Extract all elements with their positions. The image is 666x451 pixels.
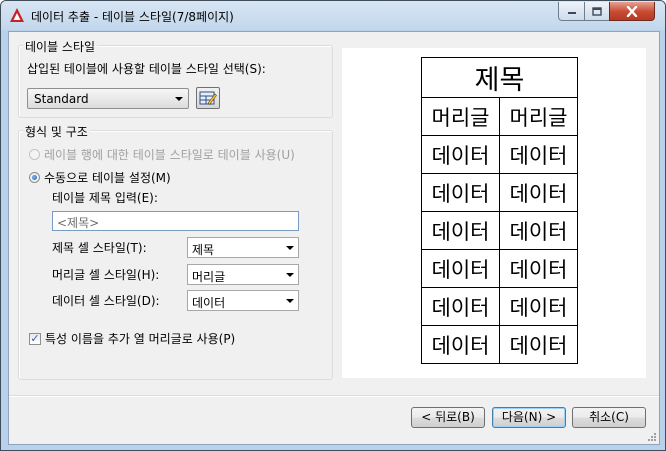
- table-style-group-label: 테이블 스타일: [23, 38, 98, 55]
- dialog-window: 데이터 추출 - 테이블 스타일(7/8페이지) 테이블 스타일 삽입된 테이블…: [0, 0, 666, 451]
- close-icon: [626, 5, 638, 17]
- preview-data-cell: 데이터: [421, 173, 500, 212]
- preview-data-cell: 데이터: [499, 249, 578, 288]
- title-cell-style-value: 제목: [192, 243, 215, 257]
- preview-data-row: 데이터 데이터: [421, 135, 578, 174]
- checkmark-icon: ✓: [30, 332, 40, 345]
- minimize-icon: [567, 12, 576, 14]
- preview-table: 제목 머리글 머리글 데이터 데이터 데이터 데이터 데이터 데이터 데이터 데…: [421, 57, 578, 364]
- title-bar[interactable]: 데이터 추출 - 테이블 스타일(7/8페이지): [1, 1, 665, 30]
- preview-data-row: 데이터 데이터: [421, 287, 578, 326]
- back-button[interactable]: < 뒤로(B): [411, 407, 485, 428]
- preview-title-cell: 제목: [421, 57, 578, 98]
- preview-data-cell: 데이터: [421, 287, 500, 326]
- use-property-names-label: 특성 이름을 추가 열 머리글로 사용(P): [45, 332, 236, 346]
- table-style-prompt: 삽입된 테이블에 사용할 테이블 스타일 선택(S):: [27, 62, 266, 76]
- table-style-combo-value: Standard: [34, 92, 89, 106]
- maximize-icon: [592, 6, 602, 16]
- window-title: 데이터 추출 - 테이블 스타일(7/8페이지): [31, 10, 234, 24]
- table-title-prompt: 테이블 제목 입력(E):: [52, 191, 158, 205]
- data-cell-style-combo[interactable]: 데이터: [187, 290, 299, 311]
- footer-separator: [9, 395, 659, 397]
- title-cell-style-label: 제목 셀 스타일(T):: [52, 241, 147, 255]
- preview-data-cell: 데이터: [499, 287, 578, 326]
- preview-data-cell: 데이터: [421, 211, 500, 250]
- format-structure-group-label: 형식 및 구조: [23, 123, 90, 140]
- manual-setup-radio[interactable]: [29, 172, 40, 183]
- data-cell-style-label: 데이터 셀 스타일(D):: [52, 294, 160, 308]
- minimize-button[interactable]: [558, 2, 585, 21]
- chevron-down-icon: [175, 97, 183, 101]
- preview-data-cell: 데이터: [499, 135, 578, 174]
- table-style-combo[interactable]: Standard: [27, 88, 189, 109]
- resize-grip-icon[interactable]: [647, 432, 657, 442]
- table-title-input[interactable]: <제목>: [52, 211, 299, 231]
- table-preview: 제목 머리글 머리글 데이터 데이터 데이터 데이터 데이터 데이터 데이터 데…: [342, 48, 646, 378]
- edit-table-style-button[interactable]: [196, 87, 220, 109]
- next-button[interactable]: 다음(N) >: [492, 407, 566, 428]
- header-cell-style-label: 머리글 셀 스타일(H):: [52, 268, 160, 282]
- preview-data-cell: 데이터: [421, 249, 500, 288]
- header-cell-style-value: 머리글: [192, 270, 226, 284]
- use-property-names-checkbox[interactable]: ✓: [29, 333, 41, 345]
- data-cell-style-value: 데이터: [192, 296, 226, 310]
- close-button[interactable]: [609, 2, 655, 21]
- header-cell-style-combo[interactable]: 머리글: [187, 264, 299, 285]
- table-style-edit-icon: [199, 91, 217, 105]
- chevron-down-icon: [286, 246, 294, 250]
- preview-data-cell: 데이터: [499, 211, 578, 250]
- label-rows-radio[interactable]: [29, 149, 40, 160]
- manual-setup-option-label: 수동으로 테이블 설정(M): [44, 171, 171, 185]
- preview-header-cell: 머리글: [421, 97, 500, 136]
- preview-data-row: 데이터 데이터: [421, 211, 578, 250]
- cancel-button[interactable]: 취소(C): [572, 407, 646, 428]
- preview-data-row: 데이터 데이터: [421, 173, 578, 212]
- maximize-button[interactable]: [584, 2, 610, 21]
- label-rows-option-label: 레이블 행에 대한 테이블 스타일로 테이블 사용(U): [44, 148, 295, 162]
- chevron-down-icon: [286, 299, 294, 303]
- table-title-input-text: <제목>: [57, 216, 100, 230]
- preview-header-cell: 머리글: [499, 97, 578, 136]
- title-cell-style-combo[interactable]: 제목: [187, 237, 299, 258]
- preview-header-row: 머리글 머리글: [421, 97, 578, 136]
- preview-data-row: 데이터 데이터: [421, 325, 578, 364]
- preview-title-row: 제목: [421, 57, 578, 98]
- preview-data-cell: 데이터: [499, 325, 578, 364]
- autocad-app-icon: [10, 8, 24, 22]
- preview-data-cell: 데이터: [421, 325, 500, 364]
- chevron-down-icon: [286, 273, 294, 277]
- preview-data-row: 데이터 데이터: [421, 249, 578, 288]
- dialog-client-area: 테이블 스타일 삽입된 테이블에 사용할 테이블 스타일 선택(S): Stan…: [8, 31, 660, 445]
- preview-data-cell: 데이터: [421, 135, 500, 174]
- preview-data-cell: 데이터: [499, 173, 578, 212]
